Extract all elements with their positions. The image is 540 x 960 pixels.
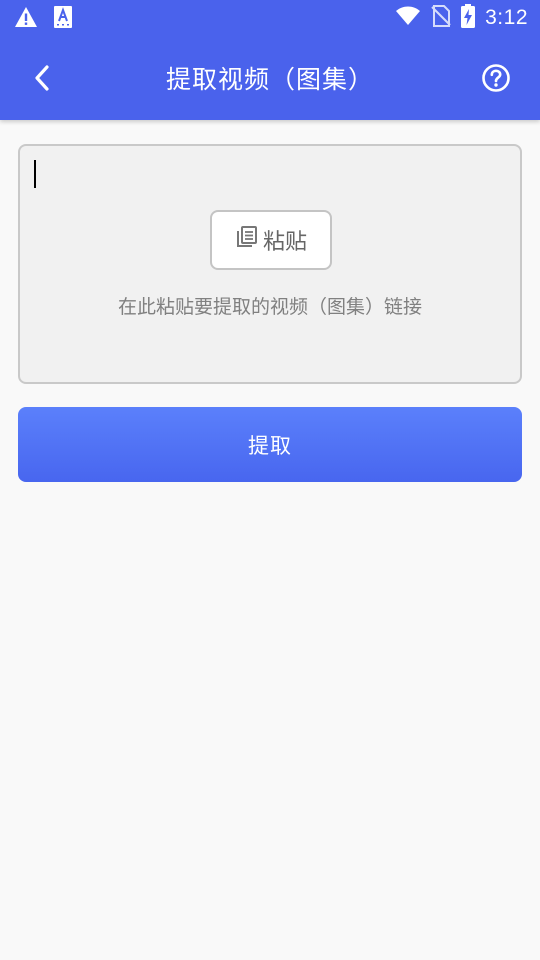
extract-button[interactable]: 提取 [18, 407, 522, 482]
clipboard-copy-icon [235, 225, 259, 255]
keyboard-a-icon [54, 6, 72, 32]
chevron-left-icon [32, 64, 52, 96]
paste-button[interactable]: 粘贴 [210, 210, 332, 270]
link-input-area[interactable]: 粘贴 在此粘贴要提取的视频（图集）链接 [18, 144, 522, 384]
status-right: 3:12 [395, 4, 528, 32]
status-time: 3:12 [485, 6, 528, 29]
no-sim-icon [431, 5, 451, 31]
app-bar: 3:12 提取视频（图集） [0, 0, 540, 120]
page-title: 提取视频（图集） [165, 65, 374, 94]
warning-icon [14, 6, 38, 32]
status-left [14, 6, 72, 32]
text-cursor [34, 160, 36, 188]
help-circle-icon [481, 63, 511, 97]
paste-button-label: 粘贴 [262, 230, 307, 255]
wifi-icon [395, 6, 421, 30]
battery-charging-icon [461, 4, 476, 32]
help-button[interactable] [472, 56, 520, 104]
toolbar: 提取视频（图集） [0, 36, 540, 120]
input-hint: 在此粘贴要提取的视频（图集）链接 [117, 296, 422, 318]
status-bar: 3:12 [0, 0, 540, 36]
back-button[interactable] [18, 56, 66, 104]
